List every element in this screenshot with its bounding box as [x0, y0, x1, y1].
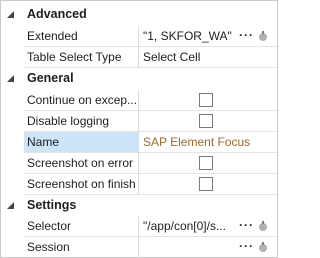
property-name: Continue on excep... [24, 90, 139, 111]
property-value[interactable]: SAP Element Focus [139, 132, 277, 153]
category-advanced[interactable]: Advanced [1, 4, 277, 25]
property-row-extended[interactable]: Extended "1, SKFOR_WA" ··· [1, 26, 277, 47]
property-value [139, 111, 277, 132]
value-text: "/app/con[0]/s... [143, 219, 226, 233]
property-row-table-select-type[interactable]: Table Select Type Select Cell [1, 47, 277, 68]
property-row-session[interactable]: Session ··· [1, 237, 277, 257]
property-value[interactable]: Select Cell [139, 47, 277, 68]
ellipsis-button[interactable]: ··· [239, 237, 254, 255]
property-value [139, 90, 277, 111]
property-row-continue-on-exception[interactable]: Continue on excep... [1, 90, 277, 111]
circle-icon[interactable] [258, 241, 268, 253]
property-row-screenshot-on-error[interactable]: Screenshot on error [1, 153, 277, 174]
property-name: Screenshot on finish [24, 174, 139, 195]
circle-icon[interactable] [258, 30, 268, 42]
value-text: "1, SKFOR_WA" [143, 29, 232, 43]
property-value[interactable]: "/app/con[0]/s... ··· [139, 216, 277, 237]
property-name: Name [24, 132, 139, 153]
ellipsis-button[interactable]: ··· [239, 216, 254, 234]
property-value[interactable]: ··· [139, 237, 277, 257]
property-name: Extended [24, 26, 139, 47]
property-name: Disable logging [24, 111, 139, 132]
checkbox[interactable] [199, 93, 213, 107]
property-row-screenshot-on-finish[interactable]: Screenshot on finish [1, 174, 277, 195]
property-row-disable-logging[interactable]: Disable logging [1, 111, 277, 132]
value-text: Select Cell [143, 50, 201, 64]
property-grid: Advanced Extended "1, SKFOR_WA" ··· Tabl… [0, 0, 278, 258]
checkbox[interactable] [199, 114, 213, 128]
property-value[interactable]: "1, SKFOR_WA" ··· [139, 26, 277, 47]
collapse-triangle-icon[interactable] [5, 9, 16, 20]
collapse-triangle-icon[interactable] [5, 200, 16, 211]
category-label: General [27, 71, 74, 85]
checkbox[interactable] [199, 156, 213, 170]
checkbox[interactable] [199, 177, 213, 191]
value-text[interactable]: SAP Element Focus [143, 132, 250, 152]
property-value [139, 153, 277, 174]
property-name: Session [24, 237, 139, 257]
collapse-triangle-icon[interactable] [5, 73, 16, 84]
category-general[interactable]: General [1, 68, 277, 89]
property-name: Screenshot on error [24, 153, 139, 174]
property-row-selector[interactable]: Selector "/app/con[0]/s... ··· [1, 216, 277, 237]
property-row-name[interactable]: Name SAP Element Focus [1, 132, 277, 153]
property-name: Selector [24, 216, 139, 237]
property-name: Table Select Type [24, 47, 139, 68]
circle-icon[interactable] [258, 220, 268, 232]
category-label: Advanced [27, 7, 87, 21]
property-value [139, 174, 277, 195]
category-label: Settings [27, 198, 77, 212]
category-settings[interactable]: Settings [1, 195, 277, 216]
ellipsis-button[interactable]: ··· [239, 26, 254, 44]
